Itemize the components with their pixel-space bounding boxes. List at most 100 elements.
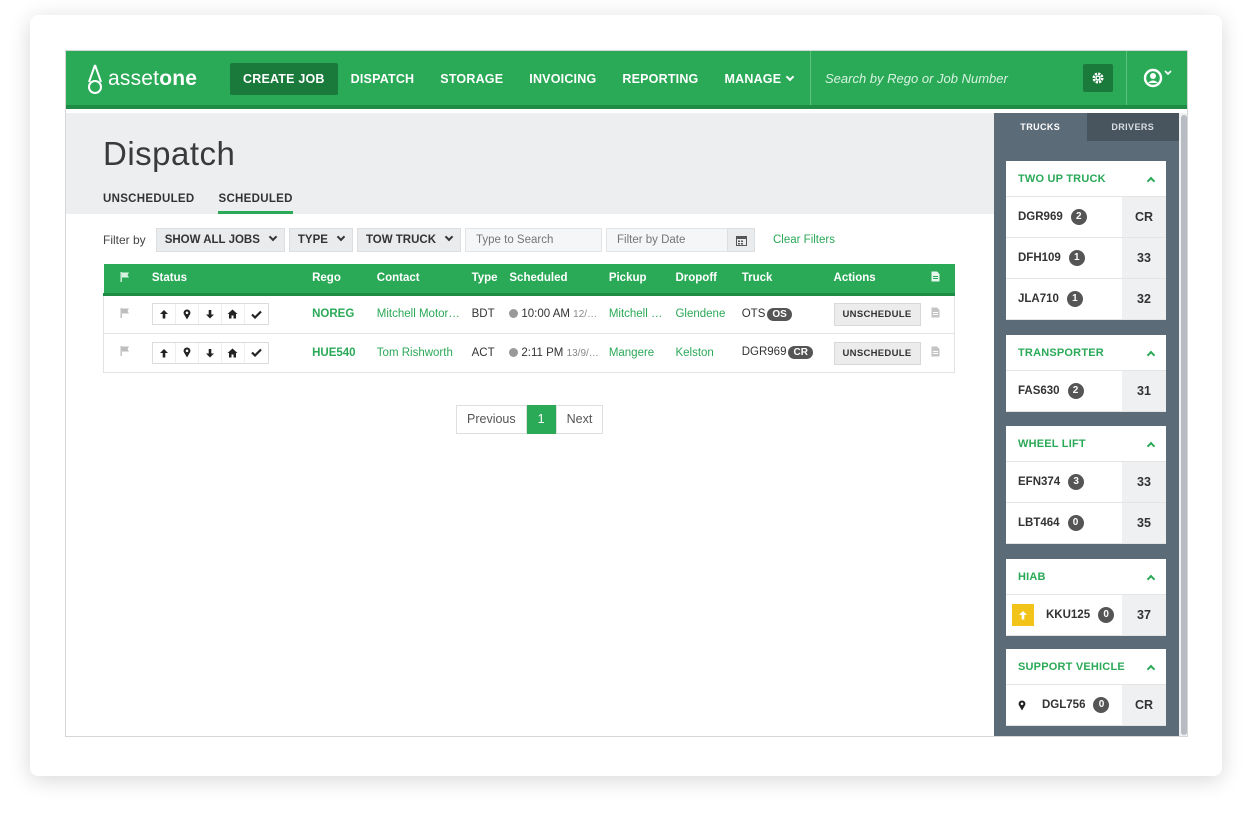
page-title: Dispatch xyxy=(103,135,236,172)
truck-row[interactable]: LBT464 0 35 xyxy=(1006,503,1166,544)
tab-scheduled[interactable]: SCHEDULED xyxy=(218,193,293,214)
dispatch-tabs: UNSCHEDULED SCHEDULED xyxy=(103,193,317,214)
map-pin-icon xyxy=(183,347,191,358)
file-cell[interactable] xyxy=(926,333,955,372)
dropoff-link[interactable]: Kelston xyxy=(670,333,736,372)
scheduled-header[interactable]: Scheduled xyxy=(504,264,603,294)
dropoff-header[interactable]: Dropoff xyxy=(670,264,736,294)
status-en-route-button[interactable] xyxy=(153,304,176,324)
date-picker-button[interactable] xyxy=(727,228,755,252)
scheduled-date: 12/… xyxy=(573,309,598,320)
status-delivering-button[interactable] xyxy=(199,342,222,363)
nav-reporting[interactable]: REPORTING xyxy=(609,63,711,95)
pickup-link[interactable]: Mitchell … xyxy=(604,294,671,333)
rego-search-input[interactable] xyxy=(825,67,1035,89)
map-pin-icon xyxy=(183,308,191,319)
tab-trucks[interactable]: TRUCKS xyxy=(994,113,1087,141)
dropoff-link[interactable]: Glendene xyxy=(670,294,736,333)
truck-row[interactable]: JLA710 1 32 xyxy=(1006,279,1166,320)
contact-link[interactable]: Mitchell Motor… xyxy=(372,294,467,333)
status-home-button[interactable] xyxy=(222,342,245,363)
text-search-input[interactable] xyxy=(465,228,602,252)
actions-cell: UNSCHEDULE xyxy=(829,294,926,333)
rego-header[interactable]: Rego xyxy=(307,264,372,294)
scrollbar-thumb[interactable] xyxy=(1181,115,1187,735)
job-count-badge: 1 xyxy=(1066,291,1083,307)
home-icon xyxy=(227,348,238,357)
nav-storage[interactable]: STORAGE xyxy=(427,63,516,95)
pickup-link[interactable]: Mangere xyxy=(604,333,671,372)
type-filter-value: TYPE xyxy=(297,234,328,246)
page-header: Dispatch UNSCHEDULED SCHEDULED xyxy=(66,113,994,214)
truck-group-header[interactable]: HIAB xyxy=(1006,559,1166,595)
file-cell[interactable] xyxy=(926,294,955,333)
nav-dispatch[interactable]: DISPATCH xyxy=(338,63,428,95)
arrow-up-icon xyxy=(1019,611,1027,620)
contact-link[interactable]: Tom Rishworth xyxy=(372,333,467,372)
truck-driver-badge: OS xyxy=(767,307,792,321)
contact-header[interactable]: Contact xyxy=(372,264,467,294)
rego-link[interactable]: HUE540 xyxy=(307,333,372,372)
truck-rego: DGR969 xyxy=(741,346,787,358)
tow-truck-filter-select[interactable]: TOW TRUCK xyxy=(356,228,461,252)
truck-group-header[interactable]: SUPPORT VEHICLE xyxy=(1006,649,1166,685)
truck-group-title: TWO UP TRUCK xyxy=(1018,172,1106,185)
truck-group-header[interactable]: WHEEL LIFT xyxy=(1006,426,1166,462)
truck-group-header[interactable]: TRANSPORTER xyxy=(1006,335,1166,371)
unschedule-button[interactable]: UNSCHEDULE xyxy=(833,341,921,365)
truck-header[interactable]: Truck xyxy=(737,264,829,294)
status-header[interactable]: Status xyxy=(147,264,307,294)
flag-column-header xyxy=(104,264,147,294)
jobs-filter-select[interactable]: SHOW ALL JOBS xyxy=(155,228,285,252)
type-header[interactable]: Type xyxy=(467,264,505,294)
truck-group-header[interactable]: TWO UP TRUCK xyxy=(1006,161,1166,197)
settings-button[interactable] xyxy=(1083,64,1113,92)
sidebar-scrollbar[interactable] xyxy=(1179,113,1187,736)
rego-link[interactable]: NOREG xyxy=(307,294,372,333)
caret-down-icon xyxy=(268,232,278,242)
clear-filters-link[interactable]: Clear Filters xyxy=(773,234,835,246)
status-en-route-button[interactable] xyxy=(153,342,176,363)
file-icon xyxy=(931,271,939,282)
brand-logo[interactable]: assetone xyxy=(86,63,197,95)
previous-page-button[interactable]: Previous xyxy=(456,405,527,434)
status-on-site-button[interactable] xyxy=(176,304,199,324)
type-cell: ACT xyxy=(471,346,495,359)
table-row: HUE540 Tom Rishworth ACT 2:11 PM 13/9/… … xyxy=(103,333,955,372)
status-on-site-button[interactable] xyxy=(176,342,199,363)
status-complete-button[interactable] xyxy=(245,343,268,363)
filter-label: Filter by xyxy=(103,233,146,247)
flag-cell[interactable] xyxy=(104,294,147,333)
file-icon xyxy=(931,307,939,318)
truck-row[interactable]: EFN374 3 33 xyxy=(1006,462,1166,503)
truck-info: KKU125 0 xyxy=(1006,595,1122,635)
search-area xyxy=(810,51,1126,105)
truck-row[interactable]: FAS630 2 31 xyxy=(1006,371,1166,412)
nav-manage[interactable]: MANAGE xyxy=(712,63,807,95)
status-button-group xyxy=(151,303,269,325)
truck-row[interactable]: KKU125 0 37 xyxy=(1006,595,1166,636)
status-delivering-button[interactable] xyxy=(199,304,222,324)
nav-create-job[interactable]: CREATE JOB xyxy=(230,63,338,95)
clock-icon xyxy=(509,309,519,318)
truck-rego: OTS xyxy=(741,307,766,320)
status-home-button[interactable] xyxy=(222,304,245,324)
tow-truck-filter-value: TOW TRUCK xyxy=(365,234,436,246)
status-complete-button[interactable] xyxy=(245,304,268,324)
truck-row[interactable]: DGL756 0 CR xyxy=(1006,685,1166,726)
tab-unscheduled[interactable]: UNSCHEDULED xyxy=(103,193,194,214)
user-menu-button[interactable] xyxy=(1126,51,1187,105)
tab-drivers[interactable]: DRIVERS xyxy=(1086,113,1179,141)
next-page-button[interactable]: Next xyxy=(555,405,604,434)
chevron-up-icon xyxy=(1146,574,1156,583)
nav-invoicing[interactable]: INVOICING xyxy=(516,63,609,95)
type-filter-select[interactable]: TYPE xyxy=(288,228,353,252)
job-count-badge: 3 xyxy=(1068,474,1085,490)
truck-row[interactable]: DGR969 2 CR xyxy=(1006,197,1166,238)
page-1-button[interactable]: 1 xyxy=(526,405,556,434)
pickup-header[interactable]: Pickup xyxy=(604,264,671,294)
date-filter-input[interactable] xyxy=(606,228,728,252)
flag-cell[interactable] xyxy=(104,333,147,372)
unschedule-button[interactable]: UNSCHEDULE xyxy=(833,303,921,326)
truck-row[interactable]: DFH109 1 33 xyxy=(1006,238,1166,279)
